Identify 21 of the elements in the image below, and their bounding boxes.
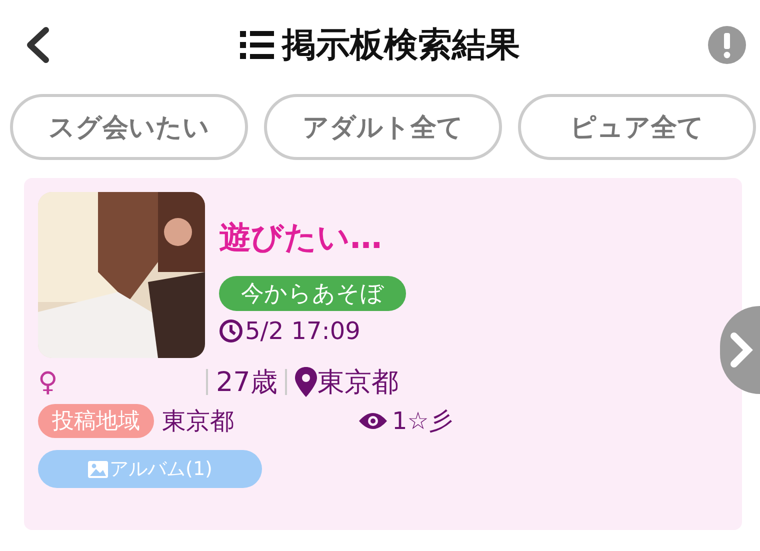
age-text: 27歳: [216, 366, 278, 400]
filter-button[interactable]: スグ会いたい: [10, 94, 248, 160]
chevron-right-icon: [728, 332, 754, 368]
image-icon: [88, 460, 108, 478]
gender-symbol: ♀: [38, 366, 59, 398]
filter-button[interactable]: ピュア全て: [518, 94, 756, 160]
page-title: 掲示板検索結果: [282, 24, 520, 67]
region-text: 東京都: [162, 406, 235, 437]
post-tag: 今からあそぼ: [219, 276, 406, 311]
location-pin-icon: [295, 367, 318, 397]
post-time: 5/2 17:09: [245, 317, 360, 345]
post-title: 遊びたい…: [219, 217, 382, 258]
region-badge: 投稿地域: [38, 404, 154, 438]
location-text: 東京都: [317, 366, 398, 400]
back-icon[interactable]: [24, 27, 52, 63]
filter-button[interactable]: アダルト全て: [264, 94, 502, 160]
view-count: 1☆彡: [392, 406, 453, 437]
list-icon: [240, 31, 274, 59]
clock-icon: [219, 319, 243, 343]
eye-icon: [358, 411, 388, 431]
alert-icon[interactable]: [708, 26, 746, 64]
